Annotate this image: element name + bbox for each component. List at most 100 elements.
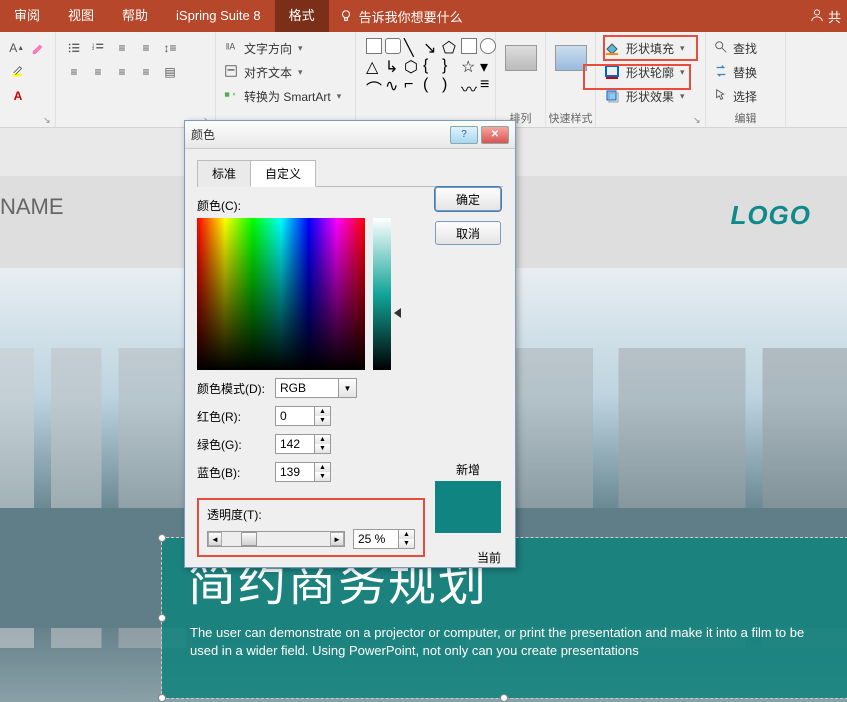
ribbon-tabs: 审阅 视图 帮助 iSpring Suite 8 格式 告诉我你想要什么 共 (0, 0, 847, 32)
close-button[interactable]: ✕ (481, 126, 509, 144)
tell-me-box[interactable]: 告诉我你想要什么 (339, 7, 463, 26)
tab-review[interactable]: 审阅 (0, 0, 54, 32)
luminance-slider[interactable] (373, 218, 391, 370)
shape-fill-icon (604, 40, 620, 56)
chevron-down-icon[interactable]: ▼ (339, 378, 357, 398)
color-mode-input[interactable] (275, 378, 339, 398)
clear-format-button[interactable] (30, 38, 48, 58)
shapes-gallery[interactable]: ╲↘⬠ △↳⬡{}☆▾ ⌒∿⌐()〰≡ (356, 32, 496, 127)
ribbon-body: A▲ A ↘ 12 ≡ ≡ ↕≡ ≡ ≡ ≡ ≡ ▤ ↘ ‖A 文字方 (0, 32, 847, 128)
spin-up-icon[interactable]: ▲ (315, 435, 330, 444)
text-direction-label: 文字方向 (244, 40, 292, 57)
align-text-label: 对齐文本 (244, 64, 292, 81)
dialog-title: 颜色 (191, 126, 447, 143)
tab-help[interactable]: 帮助 (108, 0, 162, 32)
font-color-button[interactable]: A (8, 86, 28, 106)
tab-ispring[interactable]: iSpring Suite 8 (162, 0, 275, 32)
font-grow-button[interactable]: A▲ (8, 38, 26, 58)
luminance-thumb-icon[interactable] (394, 308, 401, 318)
text-direction-button[interactable]: ‖A 文字方向▾ (224, 36, 347, 60)
logo-text: LOGO (730, 200, 811, 231)
transparency-scrollbar[interactable]: ◄ ► (207, 531, 345, 547)
transparency-spinner[interactable]: ▲▼ (353, 529, 415, 549)
smartart-label: 转换为 SmartArt (244, 88, 331, 105)
line-spacing-button[interactable]: ↕≡ (160, 38, 180, 58)
transparency-label: 透明度(T): (207, 506, 415, 523)
arrange-button[interactable] (501, 36, 541, 80)
indent-left-button[interactable]: ≡ (112, 38, 132, 58)
selection-handle[interactable] (158, 534, 166, 542)
shape-effects-label: 形状效果 (626, 88, 674, 105)
red-label: 红色(R): (197, 408, 269, 425)
scroll-track[interactable] (222, 532, 330, 546)
slide-description: The user can demonstrate on a projector … (190, 624, 827, 660)
tab-custom[interactable]: 自定义 (250, 160, 316, 187)
blue-input[interactable] (275, 462, 315, 482)
scroll-left-icon[interactable]: ◄ (208, 532, 222, 546)
bullets-button[interactable] (64, 38, 84, 58)
ok-button[interactable]: 确定 (435, 187, 501, 211)
svg-text:‖A: ‖A (226, 41, 236, 51)
green-input[interactable] (275, 434, 315, 454)
highlight-button[interactable] (8, 62, 28, 82)
spin-up-icon[interactable]: ▲ (315, 463, 330, 472)
align-text-button[interactable]: 对齐文本▾ (224, 60, 347, 84)
justify-button[interactable]: ≡ (136, 62, 156, 82)
blue-label: 蓝色(B): (197, 464, 269, 481)
scroll-right-icon[interactable]: ► (330, 532, 344, 546)
new-color-swatch (435, 481, 501, 533)
replace-button[interactable]: 替换 (714, 60, 777, 84)
red-spinner[interactable]: ▲▼ (275, 406, 331, 426)
align-center-button[interactable]: ≡ (88, 62, 108, 82)
share-label[interactable]: 共 (828, 7, 841, 26)
spin-down-icon[interactable]: ▼ (315, 416, 330, 425)
svg-text:2: 2 (92, 46, 95, 51)
smartart-button[interactable]: 转换为 SmartArt▾ (224, 84, 347, 108)
spin-down-icon[interactable]: ▼ (315, 472, 330, 481)
shape-effects-button[interactable]: 形状效果▾ (604, 84, 697, 108)
quick-styles-button[interactable] (551, 36, 591, 80)
dialog-launcher-icon[interactable]: ↘ (693, 115, 703, 125)
tab-standard[interactable]: 标准 (197, 160, 251, 187)
edit-group-label: 编辑 (706, 110, 785, 126)
shape-effects-icon (604, 88, 620, 104)
shape-fill-button[interactable]: 形状填充▾ (604, 36, 697, 60)
spin-down-icon[interactable]: ▼ (399, 539, 414, 548)
shape-outline-icon (604, 64, 620, 80)
select-button[interactable]: 选择 (714, 84, 777, 108)
smartart-icon (224, 88, 238, 105)
selection-handle[interactable] (158, 614, 166, 622)
spin-up-icon[interactable]: ▲ (315, 407, 330, 416)
tab-view[interactable]: 视图 (54, 0, 108, 32)
name-text: NAME (0, 194, 70, 230)
help-button[interactable]: ? (450, 126, 478, 144)
arrange-icon (505, 45, 537, 71)
cancel-button[interactable]: 取消 (435, 221, 501, 245)
blue-spinner[interactable]: ▲▼ (275, 462, 331, 482)
numbering-button[interactable]: 12 (88, 38, 108, 58)
search-icon (714, 40, 728, 57)
color-mode-combo[interactable]: ▼ (275, 378, 357, 398)
selection-handle[interactable] (158, 694, 166, 702)
align-left-button[interactable]: ≡ (64, 62, 84, 82)
tab-format[interactable]: 格式 (275, 0, 329, 32)
dialog-launcher-icon[interactable]: ↘ (43, 115, 53, 125)
align-right-button[interactable]: ≡ (112, 62, 132, 82)
indent-right-button[interactable]: ≡ (136, 38, 156, 58)
dialog-titlebar[interactable]: 颜色 ? ✕ (185, 121, 515, 149)
selection-handle[interactable] (500, 694, 508, 702)
green-spinner[interactable]: ▲▼ (275, 434, 331, 454)
spin-up-icon[interactable]: ▲ (399, 530, 414, 539)
dialog-tabs: 标准 自定义 (197, 159, 503, 187)
red-input[interactable] (275, 406, 315, 426)
scroll-thumb[interactable] (241, 532, 257, 546)
find-button[interactable]: 查找 (714, 36, 777, 60)
color-picker-area[interactable] (197, 218, 365, 370)
transparency-input[interactable] (353, 529, 399, 549)
shape-outline-button[interactable]: 形状轮廓▾ (604, 60, 697, 84)
columns-button[interactable]: ▤ (160, 62, 180, 82)
find-label: 查找 (733, 40, 757, 57)
user-icon (810, 8, 824, 25)
spin-down-icon[interactable]: ▼ (315, 444, 330, 453)
lightbulb-icon (339, 9, 353, 23)
